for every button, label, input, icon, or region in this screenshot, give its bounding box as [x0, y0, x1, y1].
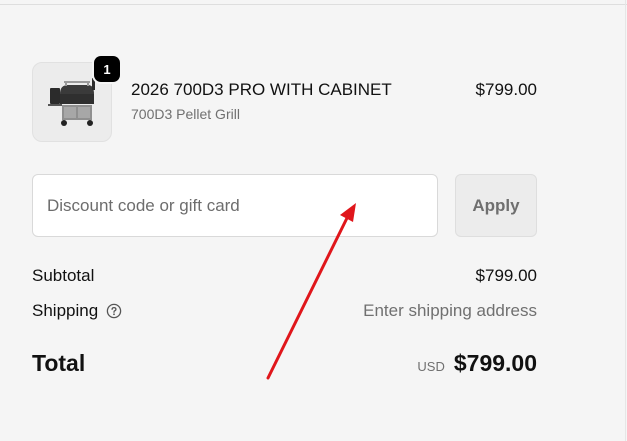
- product-name: 2026 700D3 PRO WITH CABINET: [131, 80, 392, 99]
- pellet-grill-icon: [48, 78, 95, 126]
- help-circle-icon[interactable]: [106, 303, 122, 319]
- subtotal-value: $799.00: [475, 266, 537, 285]
- product-variant: 700D3 Pellet Grill: [131, 106, 240, 122]
- total-value: USD $799.00: [417, 350, 537, 377]
- subtotal-label: Subtotal: [32, 266, 95, 285]
- quantity-badge: 1: [94, 56, 120, 82]
- currency-code: USD: [417, 359, 445, 374]
- order-summary: 1 2026 700D3 PRO WITH CABINET 700D3 Pell…: [32, 0, 537, 441]
- apply-discount-button[interactable]: Apply: [455, 174, 537, 237]
- discount-code-input[interactable]: [32, 174, 438, 237]
- shipping-value: Enter shipping address: [363, 301, 537, 320]
- panel-divider: [625, 0, 626, 441]
- line-item: 1 2026 700D3 PRO WITH CABINET 700D3 Pell…: [32, 56, 537, 144]
- shipping-row-label: Shipping: [32, 301, 122, 321]
- total-amount: $799.00: [453, 350, 537, 376]
- shipping-label: Shipping: [32, 301, 99, 320]
- product-price: $799.00: [475, 80, 537, 99]
- total-label: Total: [32, 350, 86, 376]
